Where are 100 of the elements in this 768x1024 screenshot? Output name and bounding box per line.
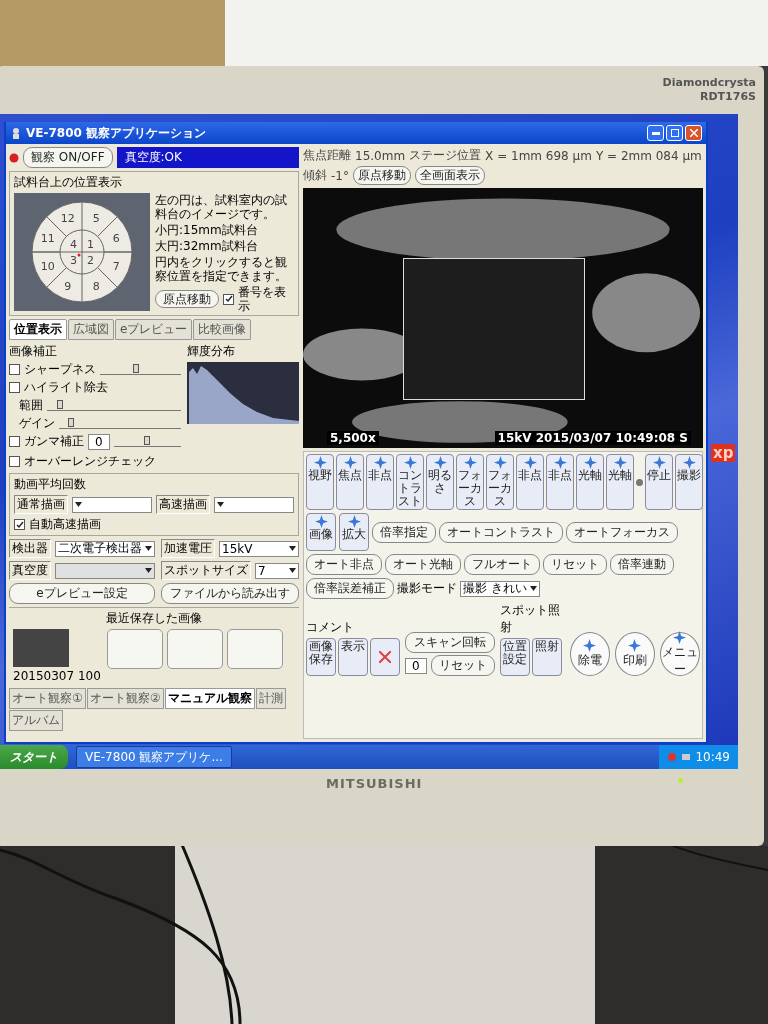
- mode-tab[interactable]: 計測: [255, 688, 286, 709]
- control-button[interactable]: リセット: [543, 554, 607, 575]
- slider-track[interactable]: [100, 364, 181, 375]
- tool-button[interactable]: 焦点: [336, 454, 364, 510]
- dropdown[interactable]: 15kV: [219, 540, 299, 557]
- scan-rotation-button[interactable]: スキャン回転: [405, 632, 495, 653]
- dropdown[interactable]: 7: [255, 562, 299, 579]
- caret-icon: [75, 502, 82, 507]
- maximize-button[interactable]: [666, 125, 683, 141]
- tool-button[interactable]: フォーカス: [456, 454, 484, 510]
- mode-tab[interactable]: オート観察②: [86, 688, 164, 709]
- info-button[interactable]: 原点移動: [352, 166, 411, 185]
- slider-thumb[interactable]: [68, 418, 75, 427]
- caret-icon: [145, 568, 152, 573]
- slider-track[interactable]: [59, 418, 181, 429]
- round-button[interactable]: メニュー: [659, 632, 700, 676]
- observe-toggle-button[interactable]: 観察 ON/OFF: [23, 147, 113, 168]
- dropdown[interactable]: [72, 496, 152, 513]
- round-button[interactable]: 印刷: [614, 632, 655, 676]
- holder-number: 4: [70, 237, 77, 251]
- star-icon: [682, 456, 696, 469]
- empty-slot[interactable]: [227, 629, 283, 669]
- tab[interactable]: 広域図: [68, 319, 114, 340]
- empty-slot[interactable]: [107, 629, 163, 669]
- panel-button[interactable]: ファイルから読み出す: [161, 583, 299, 604]
- position-marker: [77, 253, 81, 257]
- group-title: コメント: [306, 619, 355, 636]
- minimize-button[interactable]: [647, 125, 664, 141]
- tool-button[interactable]: 位置設定: [499, 638, 530, 676]
- gamma-value[interactable]: 0: [88, 433, 110, 450]
- tool-button[interactable]: フォーカス: [486, 454, 514, 510]
- checkbox[interactable]: [9, 436, 20, 447]
- panel-button[interactable]: eプレビュー設定: [9, 583, 155, 604]
- holder-view[interactable]: 12 5 11 6 10 7 9 8 4 1 3 2: [14, 193, 150, 311]
- tab[interactable]: 比較画像: [193, 319, 252, 340]
- taskbar-item[interactable]: VE-7800 観察アプリケ...: [76, 746, 232, 768]
- control-button[interactable]: フルオート: [464, 554, 540, 575]
- reset-button[interactable]: リセット: [430, 655, 495, 676]
- tool-button[interactable]: 非点: [366, 454, 394, 510]
- checkbox[interactable]: [223, 293, 234, 305]
- sample-holder-drawing[interactable]: [31, 201, 133, 303]
- rotation-value[interactable]: 0: [405, 657, 427, 674]
- checkbox[interactable]: [14, 519, 25, 530]
- thumbnail-placeholder[interactable]: [13, 629, 69, 667]
- star-icon: [313, 456, 327, 469]
- tab[interactable]: 位置表示: [9, 319, 67, 340]
- mode-tab[interactable]: オート観察①: [9, 688, 86, 709]
- tab[interactable]: eプレビュー: [115, 319, 193, 340]
- tool-button[interactable]: コントラスト: [396, 454, 424, 510]
- tool-button[interactable]: 視野: [306, 454, 334, 510]
- info-label: 焦点距離: [303, 147, 351, 164]
- dropdown[interactable]: 撮影 きれい: [460, 580, 540, 597]
- tool-button[interactable]: 明るさ: [426, 454, 454, 510]
- slider-thumb[interactable]: [57, 400, 64, 409]
- control-button[interactable]: 倍率誤差補正: [306, 578, 394, 599]
- round-button[interactable]: 除電: [569, 632, 610, 676]
- mode-tab[interactable]: アルバム: [9, 710, 63, 731]
- tool-button[interactable]: 光軸: [576, 454, 604, 510]
- delete-button[interactable]: [370, 638, 400, 676]
- tool-button[interactable]: 表示: [338, 638, 368, 676]
- control-button[interactable]: 倍率指定: [372, 521, 436, 543]
- tool-button[interactable]: 撮影: [675, 454, 703, 510]
- slider-thumb[interactable]: [144, 436, 151, 445]
- slider-track[interactable]: [47, 400, 181, 411]
- empty-slot[interactable]: [167, 629, 223, 669]
- close-button[interactable]: [685, 125, 702, 141]
- tool-button[interactable]: 非点: [516, 454, 544, 510]
- dropdown[interactable]: [214, 496, 294, 513]
- tool-button[interactable]: 非点: [546, 454, 574, 510]
- control-button[interactable]: オート光軸: [385, 554, 461, 575]
- control-button[interactable]: オートコントラスト: [439, 521, 563, 543]
- group-title: 最近保存した画像: [106, 610, 202, 627]
- control-button[interactable]: 倍率連動: [610, 554, 674, 575]
- dropdown[interactable]: 二次電子検出器: [55, 540, 155, 557]
- control-button[interactable]: オートフォーカス: [566, 521, 678, 543]
- mode-tab[interactable]: マニュアル観察: [164, 688, 255, 709]
- group-title: スポット照射: [499, 602, 561, 636]
- checkbox[interactable]: [9, 364, 20, 375]
- section-title: 画像補正: [9, 343, 58, 360]
- slider-thumb[interactable]: [133, 364, 140, 373]
- tool-button[interactable]: 光軸: [606, 454, 634, 510]
- slider-track[interactable]: [113, 436, 181, 447]
- field-label: 真空度: [9, 561, 51, 580]
- selection-frame[interactable]: [403, 258, 585, 400]
- control-button[interactable]: オート非点: [306, 554, 382, 575]
- note-text: 小円:15mm試料台: [155, 223, 259, 237]
- holder-number: 5: [92, 211, 100, 225]
- checkbox[interactable]: [9, 382, 20, 393]
- checkbox-label: シャープネス: [24, 361, 96, 378]
- origin-button[interactable]: 原点移動: [155, 290, 219, 308]
- checkbox[interactable]: [9, 456, 20, 467]
- tool-button[interactable]: 画像保存: [306, 638, 336, 676]
- start-button[interactable]: スタート: [0, 745, 68, 769]
- status-light-icon: [9, 152, 19, 163]
- info-button[interactable]: 全画面表示: [414, 166, 485, 185]
- tool-button[interactable]: 画像: [306, 513, 336, 551]
- tool-button[interactable]: 拡大: [339, 513, 369, 551]
- holder-number: 9: [64, 280, 72, 294]
- tool-button[interactable]: 停止: [645, 454, 673, 510]
- tool-button[interactable]: 照射: [531, 638, 562, 676]
